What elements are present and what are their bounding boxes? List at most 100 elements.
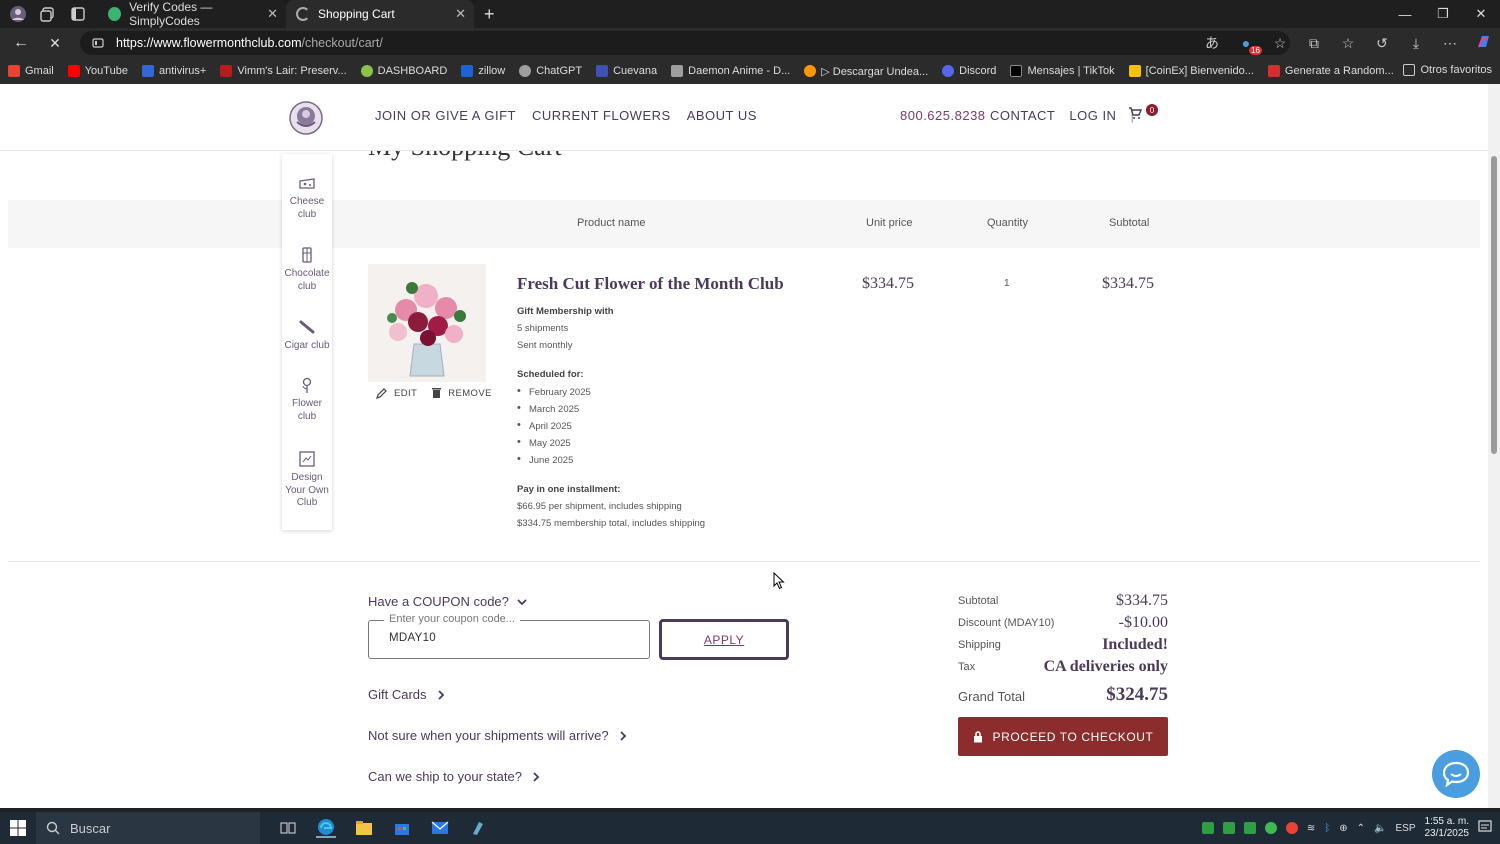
snipping-tool-icon[interactable] bbox=[468, 818, 488, 838]
new-tab-icon[interactable]: + bbox=[484, 4, 495, 25]
chrome-tray-icon[interactable] bbox=[1285, 822, 1298, 834]
bookmark-discord[interactable]: Discord bbox=[942, 65, 996, 77]
tray-app-icon[interactable] bbox=[1243, 822, 1256, 834]
nav-about-us[interactable]: ABOUT US bbox=[687, 108, 757, 123]
window-controls: — ❐ ✕ bbox=[1386, 0, 1500, 28]
store-icon[interactable] bbox=[392, 818, 412, 838]
sidebar-item-label: Chocolate bbox=[284, 268, 330, 279]
folder-icon bbox=[1128, 65, 1141, 77]
restore-icon[interactable]: ❐ bbox=[1424, 0, 1462, 28]
profile-avatar-icon[interactable] bbox=[8, 4, 28, 24]
bookmark-label: Otros favoritos bbox=[1420, 64, 1492, 76]
read-aloud-icon[interactable]: あ bbox=[1202, 33, 1222, 53]
page-scrollbar[interactable] bbox=[1488, 84, 1500, 808]
close-tab-icon[interactable]: ✕ bbox=[455, 6, 466, 22]
task-view-icon[interactable] bbox=[278, 818, 298, 838]
tray-app-icon[interactable] bbox=[1201, 822, 1214, 834]
bookmark-antivirus[interactable]: antivirus+ bbox=[141, 65, 206, 77]
downloads-icon[interactable]: ⤓ bbox=[1406, 35, 1426, 52]
apply-coupon-button[interactable]: APPLY bbox=[659, 619, 789, 660]
contact-link[interactable]: CONTACT bbox=[990, 108, 1055, 123]
edge-browser-icon[interactable] bbox=[316, 818, 336, 838]
cart-count-badge: 0 bbox=[1146, 104, 1158, 116]
favorites-icon[interactable]: ☆ bbox=[1338, 35, 1358, 52]
volume-icon[interactable]: 🔈 bbox=[1374, 823, 1386, 834]
ship-to-state-link[interactable]: Can we ship to your state? bbox=[368, 769, 540, 784]
product-image[interactable] bbox=[368, 264, 486, 382]
product-name[interactable]: Fresh Cut Flower of the Month Club bbox=[517, 274, 784, 294]
notifications-icon[interactable] bbox=[1478, 819, 1492, 837]
sidebar-item-flower[interactable]: Flower club bbox=[282, 376, 332, 423]
language-indicator[interactable]: ESP bbox=[1395, 823, 1415, 834]
bookmark-daemon-anime[interactable]: Daemon Anime - D... bbox=[671, 65, 790, 77]
nav-current-flowers[interactable]: CURRENT FLOWERS bbox=[532, 108, 671, 123]
login-link[interactable]: LOG IN bbox=[1069, 108, 1116, 123]
minimize-icon[interactable]: — bbox=[1386, 0, 1424, 28]
scrollbar-thumb[interactable] bbox=[1491, 156, 1497, 454]
favorite-star-icon[interactable]: ☆ bbox=[1270, 35, 1290, 52]
stop-loading-icon[interactable]: ✕ bbox=[42, 30, 68, 56]
bookmark-coinex[interactable]: [CoinEx] Bienvenido... bbox=[1128, 65, 1254, 77]
discount-label: Discount (MDAY10) bbox=[958, 617, 1055, 629]
history-icon[interactable]: ↺ bbox=[1372, 35, 1392, 52]
start-button[interactable] bbox=[0, 812, 36, 844]
proceed-to-checkout-button[interactable]: PROCEED TO CHECKOUT bbox=[958, 717, 1168, 756]
site-logo-icon[interactable] bbox=[288, 100, 324, 136]
page-viewport: My Shopping Cart JOIN OR GIVE A GIFT CUR… bbox=[0, 84, 1488, 808]
sidebar-item-cheese[interactable]: Cheese club bbox=[282, 174, 332, 221]
close-tab-icon[interactable]: ✕ bbox=[267, 6, 278, 22]
tab-actions-icon[interactable] bbox=[68, 4, 88, 24]
more-menu-icon[interactable]: ⋯ bbox=[1440, 35, 1460, 52]
mail-icon[interactable] bbox=[430, 818, 450, 838]
edit-item-button[interactable]: EDIT bbox=[376, 387, 417, 399]
cart-button[interactable]: 0 bbox=[1128, 104, 1158, 120]
coupon-toggle[interactable]: Have a COUPON code? bbox=[368, 594, 527, 609]
bookmark-descargar[interactable]: ▷ Descargar Undea... bbox=[804, 65, 928, 78]
bookmark-youtube[interactable]: YouTube bbox=[67, 65, 128, 77]
tab-shopping-cart[interactable]: Shopping Cart ✕ bbox=[286, 0, 474, 28]
bookmark-other-favorites[interactable]: Otros favoritos bbox=[1403, 64, 1492, 76]
gift-cards-link[interactable]: Gift Cards bbox=[368, 687, 445, 702]
tab-verify-codes[interactable]: Verify Codes — SimplyCodes ✕ bbox=[98, 0, 286, 28]
close-window-icon[interactable]: ✕ bbox=[1462, 0, 1500, 28]
remove-item-button[interactable]: REMOVE bbox=[431, 387, 492, 399]
file-explorer-icon[interactable] bbox=[354, 818, 374, 838]
extension-badge: 16 bbox=[1249, 46, 1262, 55]
cigar-icon bbox=[299, 320, 315, 334]
tray-app-icon[interactable] bbox=[1222, 822, 1235, 834]
bookmark-generate-random[interactable]: Generate a Random... bbox=[1267, 65, 1394, 77]
tray-app-icon[interactable] bbox=[1264, 822, 1277, 834]
wifi-icon[interactable]: ≋ bbox=[1307, 823, 1315, 834]
bookmark-dashboard[interactable]: DASHBOARD bbox=[360, 65, 447, 77]
shipments-arrival-link[interactable]: Not sure when your shipments will arrive… bbox=[368, 728, 627, 743]
bookmark-chatgpt[interactable]: ChatGPT bbox=[519, 65, 582, 77]
nav-join-or-give[interactable]: JOIN OR GIVE A GIFT bbox=[375, 108, 516, 123]
site-info-icon[interactable] bbox=[92, 37, 104, 49]
bookmark-tiktok[interactable]: Mensajes | TikTok bbox=[1010, 65, 1115, 77]
sidebar-item-cigar[interactable]: Cigar club bbox=[282, 318, 332, 353]
membership-total: $334.75 membership total, includes shipp… bbox=[517, 518, 706, 529]
bookmark-gmail[interactable]: Gmail bbox=[8, 65, 54, 77]
bluetooth-icon[interactable]: ᛒ bbox=[1324, 823, 1330, 834]
copilot-icon[interactable] bbox=[1474, 33, 1494, 54]
back-icon[interactable]: ← bbox=[8, 30, 34, 56]
extensions-icon[interactable]: ⧉ bbox=[1304, 35, 1324, 52]
url-field[interactable]: https://www.flowermonthclub.com/checkout… bbox=[80, 31, 1290, 55]
bookmark-zillow[interactable]: zillow bbox=[461, 65, 505, 77]
taskbar-clock[interactable]: 1:55 a. m. 23/1/2025 bbox=[1425, 816, 1470, 840]
bookmark-cuevana[interactable]: Cuevana bbox=[596, 65, 657, 77]
network-icon[interactable]: ⊕ bbox=[1339, 823, 1347, 834]
sidebar-item-design-your-own[interactable]: Design Your Own Club bbox=[282, 450, 332, 510]
bookmark-label: zillow bbox=[478, 65, 506, 77]
sidebar-item-chocolate[interactable]: Chocolate club bbox=[282, 246, 332, 293]
generate-icon bbox=[1267, 65, 1280, 77]
extension-icon[interactable]: ● 16 bbox=[1236, 35, 1262, 55]
workspaces-icon[interactable] bbox=[38, 4, 58, 24]
gift-cards-label: Gift Cards bbox=[368, 687, 427, 702]
bookmark-vimms-lair[interactable]: Vimm's Lair: Preserv... bbox=[220, 65, 347, 77]
taskbar-search[interactable]: Buscar bbox=[36, 812, 260, 844]
live-chat-button[interactable] bbox=[1432, 750, 1480, 798]
grand-total-label: Grand Total bbox=[958, 689, 1025, 704]
phone-number-link[interactable]: 800.625.8238 bbox=[900, 108, 986, 123]
tray-overflow-icon[interactable]: ⌃ bbox=[1357, 823, 1365, 834]
